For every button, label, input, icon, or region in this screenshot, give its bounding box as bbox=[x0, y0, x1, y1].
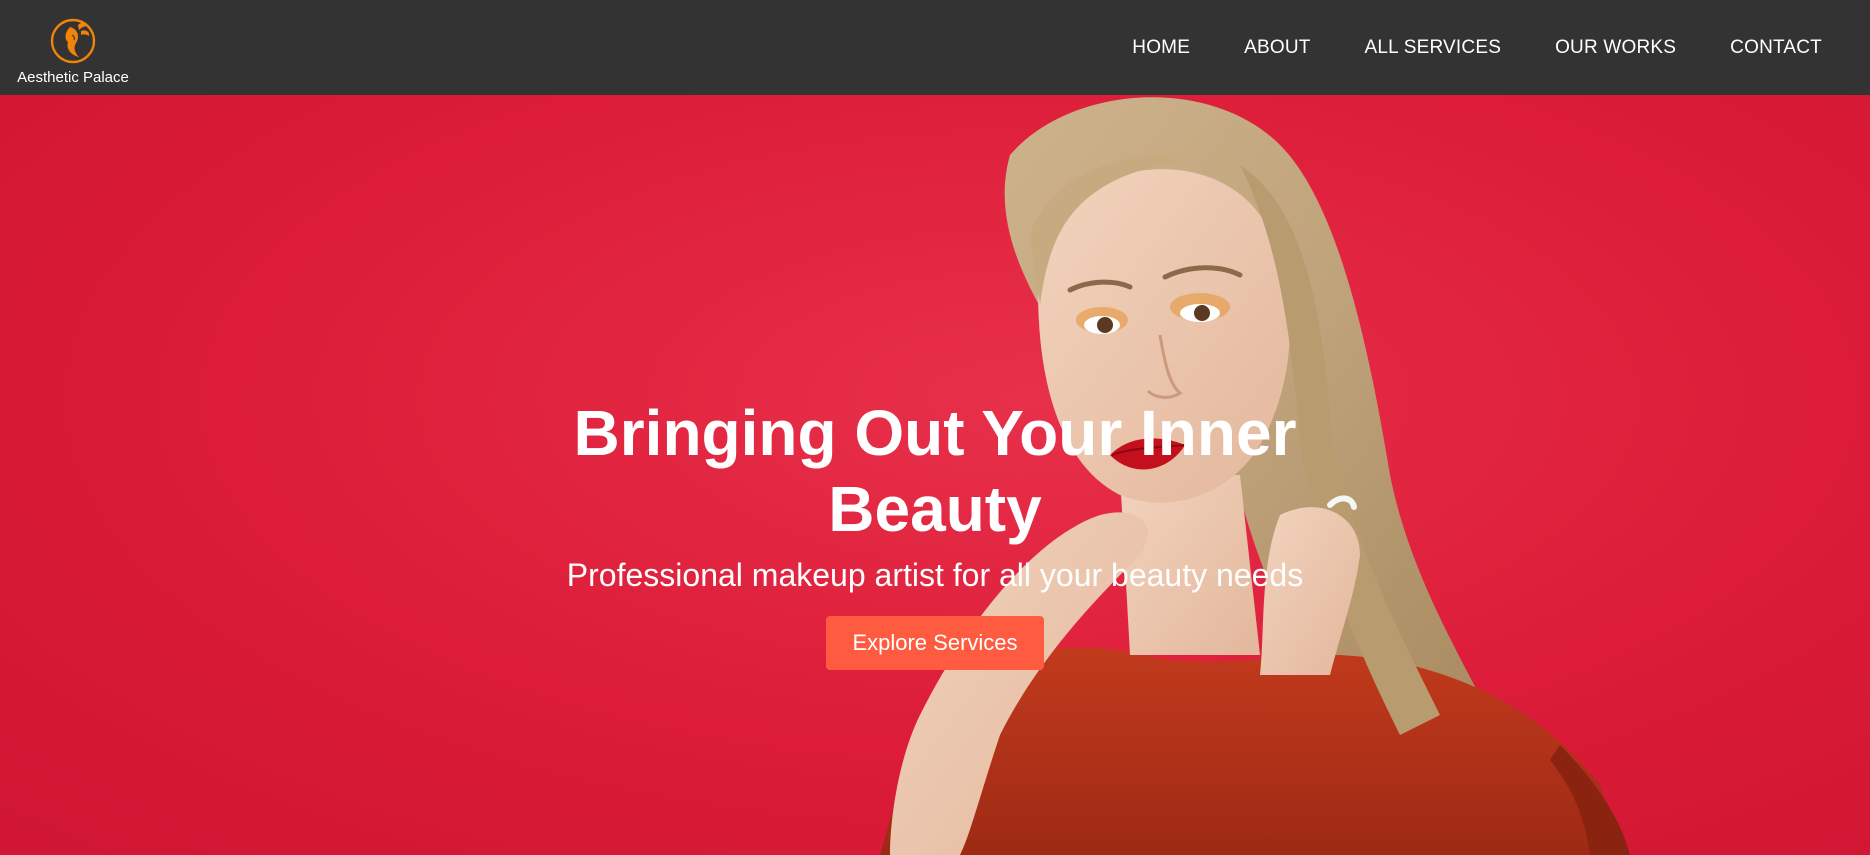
navbar: Aesthetic Palace HOME ABOUT ALL SERVICES… bbox=[0, 0, 1870, 95]
hero-section: Bringing Out Your Inner Beauty Professio… bbox=[0, 95, 1870, 855]
main-navigation: HOME ABOUT ALL SERVICES OUR WORKS CONTAC… bbox=[1078, 37, 1822, 59]
hero-subtitle: Professional makeup artist for all your … bbox=[566, 557, 1304, 593]
nav-about[interactable]: ABOUT bbox=[1244, 37, 1310, 59]
hero-title: Bringing Out Your Inner Beauty bbox=[573, 397, 1297, 545]
nav-our-works[interactable]: OUR WORKS bbox=[1555, 37, 1676, 59]
brand-name: Aesthetic Palace bbox=[17, 69, 129, 86]
hero-content: Bringing Out Your Inner Beauty Professio… bbox=[0, 395, 1870, 670]
brand[interactable]: Aesthetic Palace bbox=[17, 15, 129, 86]
flower-woman-icon bbox=[50, 18, 96, 64]
nav-home[interactable]: HOME bbox=[1132, 37, 1190, 59]
nav-contact[interactable]: CONTACT bbox=[1730, 37, 1822, 59]
explore-services-button[interactable]: Explore Services bbox=[826, 616, 1044, 670]
nav-all-services[interactable]: ALL SERVICES bbox=[1365, 37, 1502, 59]
